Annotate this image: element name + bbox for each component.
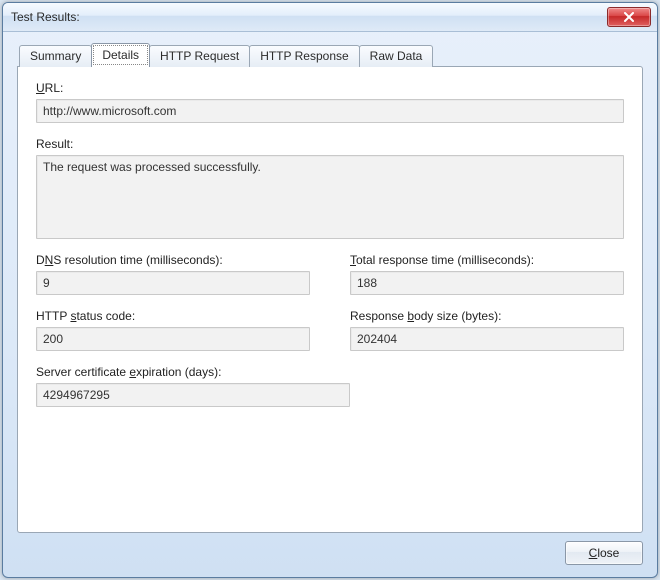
url-label: UURL:RL: (36, 81, 624, 95)
body-size-label: Response body size (bytes): (350, 309, 624, 323)
button-bar: Close (17, 533, 643, 565)
close-icon (623, 12, 635, 22)
status-code-label: HTTP status code: (36, 309, 310, 323)
titlebar: Test Results: (3, 3, 657, 32)
content-area: Summary Details HTTP Request HTTP Respon… (3, 32, 657, 577)
tab-panel-details: UURL:RL: http://www.microsoft.com Result… (17, 66, 643, 533)
url-value: http://www.microsoft.com (36, 99, 624, 123)
window-close-button[interactable] (607, 7, 651, 27)
status-code-value: 200 (36, 327, 310, 351)
total-response-value: 188 (350, 271, 624, 295)
result-label: Result: (36, 137, 624, 151)
tab-http-response[interactable]: HTTP Response (249, 45, 359, 67)
close-button[interactable]: Close (565, 541, 643, 565)
cert-expiration-value: 4294967295 (36, 383, 350, 407)
dns-label: DNS resolution time (milliseconds): (36, 253, 310, 267)
tab-summary[interactable]: Summary (19, 45, 92, 67)
tab-http-request[interactable]: HTTP Request (149, 45, 250, 67)
dialog-window: Test Results: Summary Details HTTP Reque… (2, 2, 658, 578)
total-response-label: Total response time (milliseconds): (350, 253, 624, 267)
result-value: The request was processed successfully. (36, 155, 624, 239)
body-size-value: 202404 (350, 327, 624, 351)
window-title: Test Results: (11, 10, 607, 24)
tab-raw-data[interactable]: Raw Data (359, 45, 434, 67)
cert-expiration-label: Server certificate expiration (days): (36, 365, 624, 379)
tab-details[interactable]: Details (91, 43, 150, 67)
dns-value: 9 (36, 271, 310, 295)
tabstrip: Summary Details HTTP Request HTTP Respon… (19, 42, 643, 66)
